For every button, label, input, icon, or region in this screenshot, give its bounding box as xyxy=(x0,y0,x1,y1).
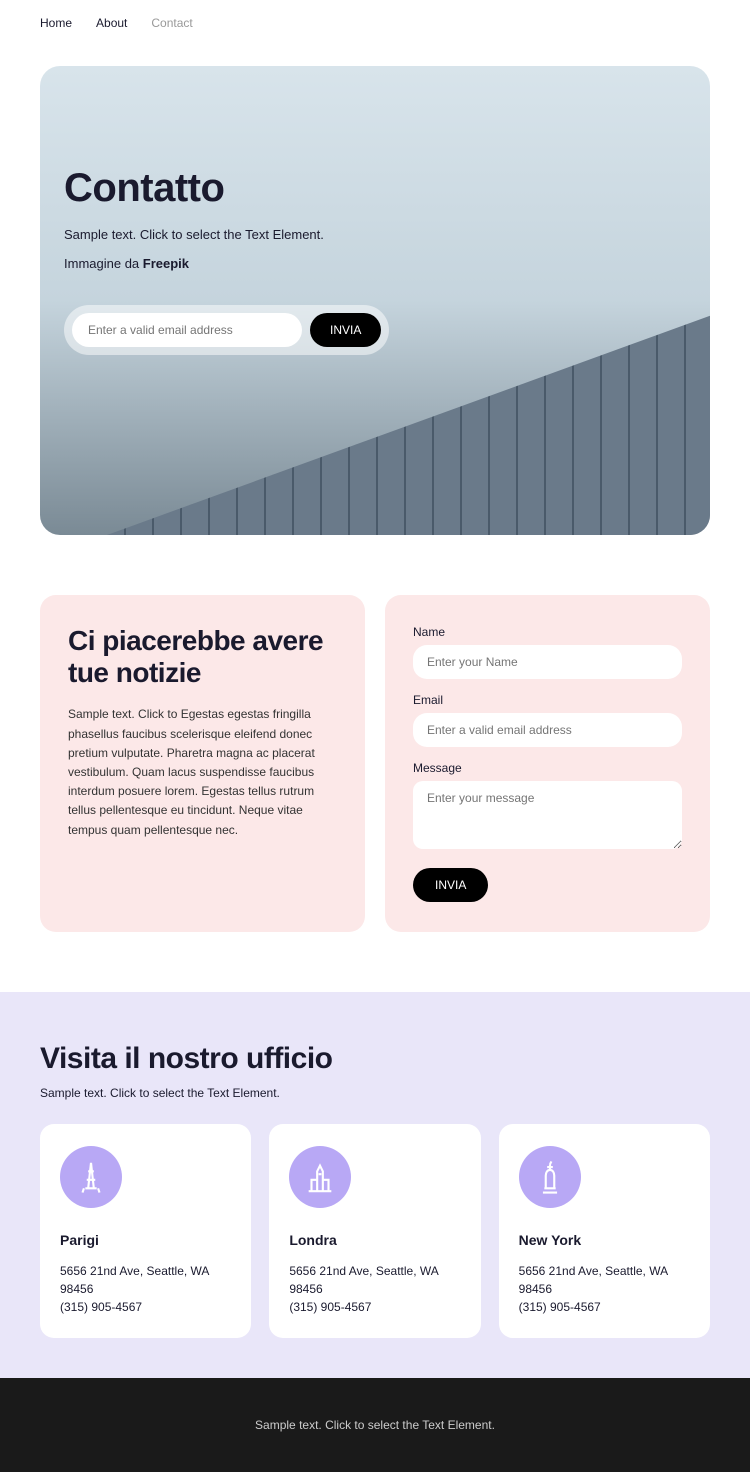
footer: Sample text. Click to select the Text El… xyxy=(0,1378,750,1472)
nav-contact[interactable]: Contact xyxy=(151,16,192,30)
office-phone: (315) 905-4567 xyxy=(289,1298,460,1316)
message-label: Message xyxy=(413,761,682,775)
footer-text: Sample text. Click to select the Text El… xyxy=(40,1418,710,1432)
offices-section: Visita il nostro ufficio Sample text. Cl… xyxy=(0,992,750,1378)
nav-home[interactable]: Home xyxy=(40,16,72,30)
office-addr: 5656 21nd Ave, Seattle, WA 98456 xyxy=(289,1262,460,1298)
office-card-london: Londra 5656 21nd Ave, Seattle, WA 98456 … xyxy=(269,1124,480,1338)
office-phone: (315) 905-4567 xyxy=(519,1298,690,1316)
email-subscribe-bar: INVIA xyxy=(64,305,389,355)
contact-form-card: Name Email Message INVIA xyxy=(385,595,710,932)
eiffel-tower-icon xyxy=(60,1146,122,1208)
email-label: Email xyxy=(413,693,682,707)
form-submit-button[interactable]: INVIA xyxy=(413,868,488,902)
office-city: New York xyxy=(519,1232,690,1248)
office-city: Parigi xyxy=(60,1232,231,1248)
hero-desc: Sample text. Click to select the Text El… xyxy=(64,227,686,242)
office-city: Londra xyxy=(289,1232,460,1248)
email-input[interactable] xyxy=(413,713,682,747)
name-input[interactable] xyxy=(413,645,682,679)
offices-desc: Sample text. Click to select the Text El… xyxy=(40,1086,710,1100)
office-phone: (315) 905-4567 xyxy=(60,1298,231,1316)
statue-liberty-icon xyxy=(519,1146,581,1208)
big-ben-icon xyxy=(289,1146,351,1208)
contact-title: Ci piacerebbe avere tue notizie xyxy=(68,625,337,689)
hero-credit: Immagine da Freepik xyxy=(64,256,686,271)
top-nav: Home About Contact xyxy=(0,0,750,46)
office-card-newyork: New York 5656 21nd Ave, Seattle, WA 9845… xyxy=(499,1124,710,1338)
nav-about[interactable]: About xyxy=(96,16,127,30)
office-addr: 5656 21nd Ave, Seattle, WA 98456 xyxy=(519,1262,690,1298)
office-card-paris: Parigi 5656 21nd Ave, Seattle, WA 98456 … xyxy=(40,1124,251,1338)
hero-email-input[interactable] xyxy=(72,313,302,347)
hero-submit-button[interactable]: INVIA xyxy=(310,313,381,347)
hero-section: Contatto Sample text. Click to select th… xyxy=(40,66,710,535)
contact-intro-card: Ci piacerebbe avere tue notizie Sample t… xyxy=(40,595,365,932)
message-input[interactable] xyxy=(413,781,682,849)
hero-title: Contatto xyxy=(64,166,686,211)
contact-desc: Sample text. Click to Egestas egestas fr… xyxy=(68,705,337,839)
office-addr: 5656 21nd Ave, Seattle, WA 98456 xyxy=(60,1262,231,1298)
offices-title: Visita il nostro ufficio xyxy=(40,1042,710,1076)
name-label: Name xyxy=(413,625,682,639)
